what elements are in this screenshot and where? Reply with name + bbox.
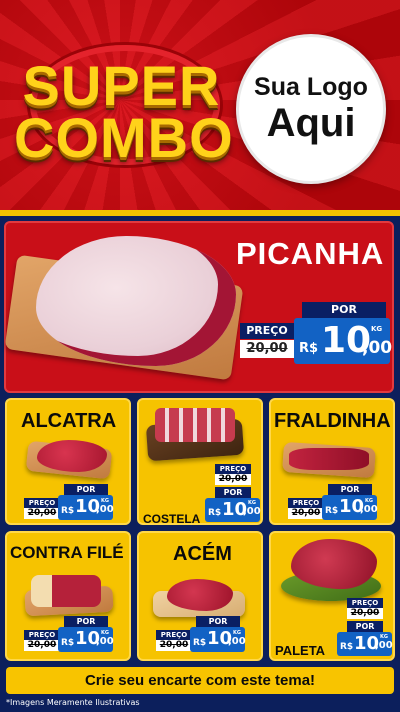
unit-label: KG [248,500,256,506]
current-price: R$ 10 ,00 KG [58,495,114,520]
logo-text-line1: Sua Logo [254,73,368,101]
unit-label: KG [233,630,241,636]
header-banner: SUPER COMBO Sua Logo Aqui [0,0,400,214]
current-price: R$ 10 ,00 KG [337,632,393,656]
fraldinha-image [289,448,369,470]
product-card-contra-file[interactable]: CONTRA FILÉ PREÇO 20,00 POR R$ 10 ,00 KG [5,531,131,661]
currency: R$ [325,506,339,516]
title-combo: COMBO [14,106,234,169]
old-price: 20,00 [156,640,192,651]
currency: R$ [193,638,207,648]
preco-label: PREÇO [288,498,324,508]
picanha-image [36,236,236,366]
product-name: ALCATRA [21,410,117,432]
por-label: POR [64,484,108,495]
price-decimal: ,00 [360,504,378,515]
old-price: 20,00 [24,640,60,651]
product-card-costela[interactable]: COSTELA PREÇO 20,00 POR R$ 10 ,00 KG [137,398,263,525]
old-price: 20,00 [347,608,383,619]
price-decimal: ,00 [375,640,393,651]
alcatra-image [37,440,107,472]
costela-image [155,408,235,442]
current-price: R$ 10 ,00 KG [58,627,114,652]
por-label: POR [64,616,108,627]
product-name: ACÉM [173,543,232,565]
product-name: PALETA [275,643,326,658]
disclaimer: *Imagens Meramente Ilustrativas [6,698,140,707]
preco-label: PREÇO [24,630,60,640]
cta-banner[interactable]: Crie seu encarte com este tema! [6,667,394,694]
price-decimal: ,00 [96,504,114,515]
price-decimal: ,00 [243,506,261,517]
old-price: 20,00 [288,508,324,519]
logo-text-line2: Aqui [266,101,356,145]
product-card-fraldinha[interactable]: FRALDINHA PREÇO 20,00 POR R$ 10 ,00 KG [269,398,395,525]
old-price: 20,00 [240,340,294,358]
unit-label: KG [365,498,373,504]
unit-label: KG [371,325,383,333]
unit-label: KG [101,498,109,504]
old-price: 20,00 [24,508,60,519]
product-card-alcatra[interactable]: ALCATRA PREÇO 20,00 POR R$ 10 ,00 KG [5,398,131,525]
contra-file-image [31,575,101,607]
product-card-paleta[interactable]: PALETA PREÇO 20,00 POR R$ 10 ,00 KG [269,531,395,661]
old-price: 20,00 [215,474,251,485]
price-decimal: ,00 [96,636,114,647]
price-decimal: ,00 [228,636,246,647]
price-decimal: ,00 [362,338,393,358]
unit-label: KG [380,634,388,640]
header-divider [0,210,400,216]
logo-placeholder[interactable]: Sua Logo Aqui [236,34,386,184]
currency: R$ [61,506,75,516]
unit-label: KG [101,630,109,636]
por-label: POR [215,487,251,498]
por-label: POR [196,616,240,627]
preco-label: PREÇO [240,323,294,339]
preco-label: PREÇO [156,630,192,640]
acem-image [167,579,233,611]
preco-label: PREÇO [347,598,383,608]
preco-label: PREÇO [24,498,60,508]
product-card-acem[interactable]: ACÉM PREÇO 20,00 POR R$ 10 ,00 KG [137,531,263,661]
current-price: R$ 10 ,00 KG [205,498,261,522]
currency: R$ [61,638,75,648]
product-name: COSTELA [143,512,201,525]
currency: R$ [299,341,319,356]
currency: R$ [340,642,354,652]
preco-label: PREÇO [215,464,251,474]
current-price: R$ 10 ,00 KG [190,627,246,652]
currency: R$ [208,508,222,518]
product-name: CONTRA FILÉ [10,543,124,562]
current-price: R$ 10 ,00 KG [322,495,378,520]
current-price: R$ 10 ,00 KG [294,318,393,364]
main-product-name: PICANHA [236,236,385,271]
por-label: POR [302,302,386,318]
por-label: POR [328,484,372,495]
por-label: POR [347,621,383,632]
product-name: FRALDINHA [274,410,391,432]
paleta-image [291,539,377,589]
